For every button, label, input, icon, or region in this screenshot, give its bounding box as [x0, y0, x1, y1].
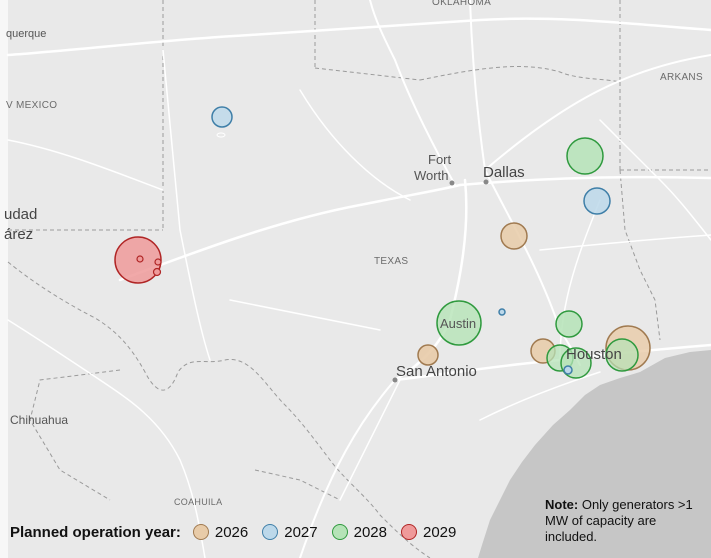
- legend-label-2027: 2027: [284, 523, 318, 541]
- label-austin: Austin: [440, 316, 477, 331]
- note-bold: Note:: [545, 497, 579, 512]
- legend: Planned operation year: 2026 2027 2028 2…: [10, 520, 464, 544]
- label-chihuahua: Chihuahua: [10, 413, 69, 427]
- label-houston: Houston: [566, 346, 622, 363]
- legend-label-2028: 2028: [353, 523, 387, 541]
- generator-2027-east-texas: [583, 187, 611, 215]
- legend-label-2026: 2026: [214, 523, 249, 541]
- generator-2029-west-texas-tiny-1: [136, 255, 144, 263]
- label-oklahoma: OKLAHOMA: [432, 0, 492, 8]
- legend-swatch-2026: [192, 524, 209, 540]
- label-fort-worth-line2: Worth: [414, 168, 449, 183]
- label-albuquerque: querque: [6, 28, 47, 40]
- generator-2029-west-texas-tiny-3: [152, 267, 162, 277]
- generator-2027-new-mexico: [211, 106, 233, 128]
- legend-swatch-2028: [331, 524, 348, 540]
- generator-2029-west-texas-tiny-2: [154, 258, 162, 266]
- generator-2027-east-of-austin: [498, 308, 506, 316]
- legend-item-2026: 2026: [192, 523, 249, 541]
- label-ciudad-line1: udad: [4, 206, 38, 223]
- label-dallas: Dallas: [483, 164, 525, 181]
- label-san-antonio: San Antonio: [396, 363, 477, 380]
- map-canvas: [0, 0, 711, 558]
- legend-swatch-2029: [401, 524, 417, 540]
- legend-label-2029: 2029: [423, 523, 457, 541]
- label-fort-worth-line1: Fort: [428, 152, 452, 167]
- label-ciudad-line2: árez: [4, 226, 34, 243]
- legend-title: Planned operation year:: [10, 523, 181, 541]
- label-new-mexico: V MEXICO: [6, 100, 58, 111]
- generator-2026-central-texas: [500, 222, 528, 250]
- generator-2027-south-houston: [563, 365, 573, 375]
- map-left-edge: [0, 0, 8, 558]
- label-arkansas: ARKANS: [660, 72, 703, 83]
- label-texas: TEXAS: [374, 256, 409, 267]
- label-coahuila: COAHUILA: [174, 497, 223, 507]
- legend-swatch-2027: [262, 524, 279, 540]
- legend-item-2028: 2028: [331, 523, 387, 541]
- generator-2028-north-houston: [555, 310, 583, 338]
- generator-2028-northeast-texas: [566, 137, 604, 175]
- legend-item-2029: 2029: [401, 524, 456, 541]
- note-box: Note: Only generators >1 MW of capacity …: [545, 497, 710, 545]
- generator-2026-south-of-austin: [417, 344, 439, 366]
- fort-worth-dot: [449, 180, 455, 186]
- legend-item-2027: 2027: [262, 523, 318, 541]
